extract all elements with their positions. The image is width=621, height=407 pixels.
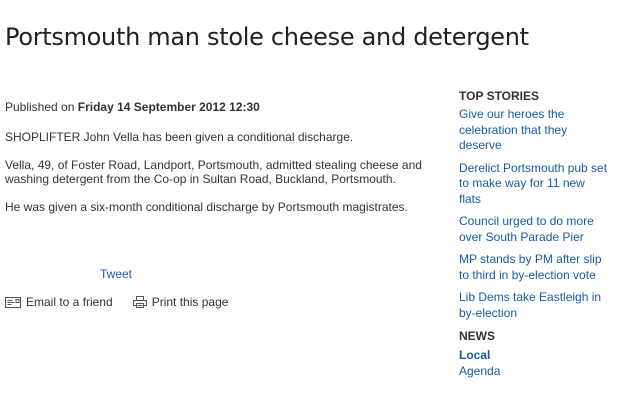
list-item: MP stands by PM after slip to third in b…: [459, 252, 619, 283]
envelope-icon: [5, 296, 21, 308]
published-prefix: Published on: [5, 100, 78, 114]
list-item: Give our heroes the celebration that the…: [459, 107, 619, 154]
list-item: Council urged to do more over South Para…: [459, 214, 619, 245]
top-story-link[interactable]: Council urged to do more over South Para…: [459, 214, 609, 245]
list-item: Local: [459, 347, 619, 363]
article-headline: Portsmouth man stole cheese and detergen…: [5, 23, 529, 51]
sidebar: TOP STORIES Give our heroes the celebrat…: [459, 88, 619, 379]
article-paragraph: He was given a six-month conditional dis…: [5, 200, 408, 214]
news-link-agenda[interactable]: Agenda: [459, 363, 619, 379]
published-date: Friday 14 September 2012 12:30: [77, 100, 260, 114]
top-stories-list: Give our heroes the celebration that the…: [459, 107, 619, 321]
news-links-list: Local Agenda: [459, 347, 619, 379]
tweet-button[interactable]: Tweet: [100, 267, 132, 281]
article-paragraph: Vella, 49, of Foster Road, Landport, Por…: [5, 158, 422, 186]
print-page-link[interactable]: Print this page: [132, 295, 229, 309]
list-item: Derelict Portsmouth pub set to make way …: [459, 161, 619, 208]
list-item: Lib Dems take Eastleigh in by-election: [459, 290, 619, 321]
published-line: Published on Friday 14 September 2012 12…: [5, 100, 445, 114]
share-tools: Email to a friend Print this page: [5, 295, 228, 309]
top-story-link[interactable]: Lib Dems take Eastleigh in by-election: [459, 290, 609, 321]
email-to-friend-link[interactable]: Email to a friend: [5, 295, 113, 309]
list-item: Agenda: [459, 363, 619, 379]
email-label: Email to a friend: [26, 295, 113, 309]
print-label: Print this page: [151, 295, 229, 309]
top-story-link[interactable]: Give our heroes the celebration that the…: [459, 107, 609, 154]
news-link-local[interactable]: Local: [459, 347, 619, 363]
printer-icon: [132, 296, 147, 308]
top-story-link[interactable]: MP stands by PM after slip to third in b…: [459, 252, 609, 283]
article-body: Published on Friday 14 September 2012 12…: [5, 100, 445, 228]
news-heading: NEWS: [459, 329, 495, 343]
article-paragraph: SHOPLIFTER John Vella has been given a c…: [5, 130, 354, 144]
top-story-link[interactable]: Derelict Portsmouth pub set to make way …: [459, 161, 609, 208]
top-stories-heading: TOP STORIES: [459, 89, 540, 103]
